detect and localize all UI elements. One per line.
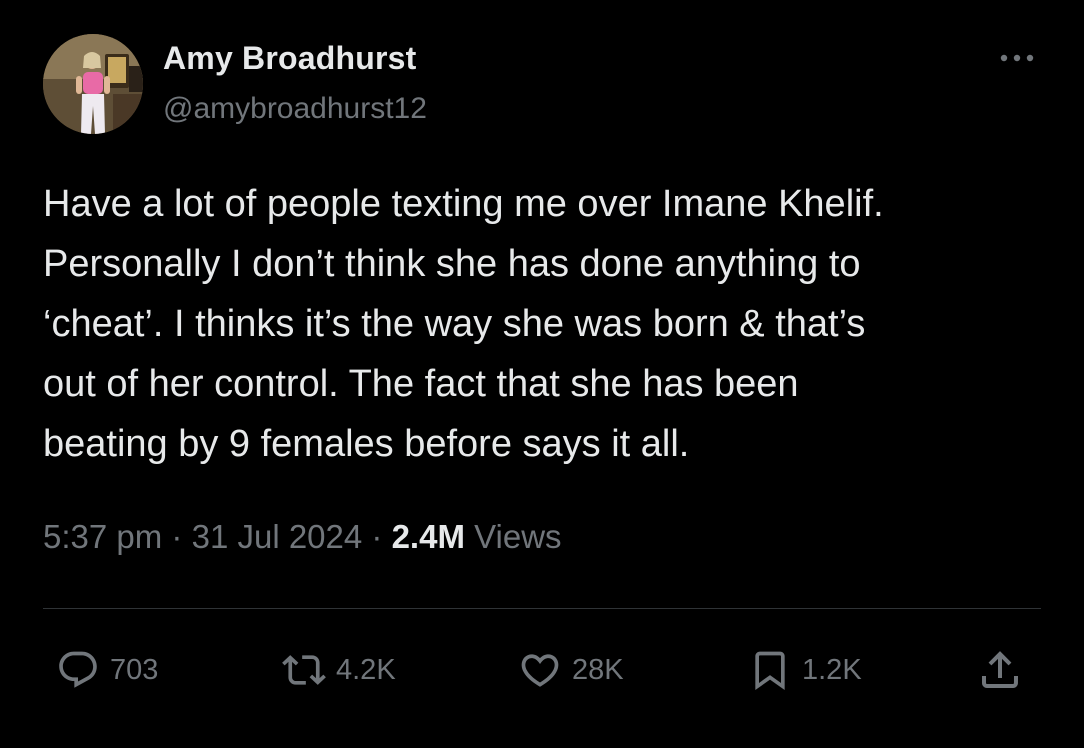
share-icon (982, 651, 1018, 688)
like-button[interactable]: 28K (518, 640, 624, 700)
like-count: 28K (572, 653, 624, 686)
more-options-button[interactable] (996, 46, 1040, 70)
tweet: Amy Broadhurst @amybroadhurst12 Have a l… (0, 0, 1084, 748)
tweet-text-line: beating by 9 females before says it all. (43, 423, 690, 465)
author-name[interactable]: Amy Broadhurst (163, 40, 417, 77)
tweet-text: Have a lot of people texting me over Ima… (43, 174, 1043, 474)
heart-icon (521, 654, 559, 687)
tweet-meta: 5:37 pm · 31 Jul 2024 · 2.4M Views (43, 518, 562, 556)
reply-button[interactable]: 703 (56, 640, 158, 700)
meta-separator: · (171, 518, 183, 555)
retweet-count: 4.2K (336, 653, 396, 686)
retweet-button[interactable]: 4.2K (282, 640, 396, 700)
tweet-text-line: Have a lot of people texting me over Ima… (43, 183, 884, 225)
author-handle[interactable]: @amybroadhurst12 (163, 92, 427, 126)
more-horizontal-icon (1000, 54, 1034, 62)
tweet-text-line: Personally I don’t think she has done an… (43, 243, 861, 285)
retweet-icon (282, 655, 326, 685)
avatar[interactable] (43, 34, 143, 134)
reply-icon (59, 651, 97, 688)
tweet-text-line: out of her control. The fact that she ha… (43, 363, 799, 405)
views-count[interactable]: 2.4M (392, 518, 465, 555)
share-button[interactable] (976, 640, 1024, 700)
tweet-text-line: ‘cheat’. I thinks it’s the way she was b… (43, 303, 866, 345)
meta-separator: · (371, 518, 383, 555)
action-bar: 703 4.2K 28K 1.2K (0, 640, 1084, 700)
divider (43, 608, 1041, 609)
views-label[interactable]: Views (474, 518, 561, 555)
reply-count: 703 (110, 653, 159, 686)
bookmark-icon (755, 651, 785, 691)
tweet-time[interactable]: 5:37 pm (43, 518, 162, 555)
bookmark-button[interactable]: 1.2K (748, 640, 862, 700)
tweet-date[interactable]: 31 Jul 2024 (192, 518, 363, 555)
avatar-photo (43, 34, 143, 134)
bookmark-count: 1.2K (802, 653, 862, 686)
